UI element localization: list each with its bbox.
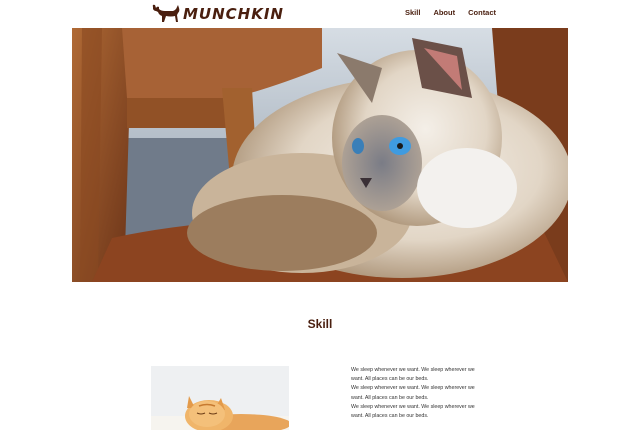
skill-text-line: We sleep whenever we want. We sleep wher… <box>351 367 475 373</box>
nav-link-skill[interactable]: Skill <box>405 8 420 17</box>
logo[interactable]: MUNCHKIN <box>151 3 284 23</box>
cat-silhouette-icon <box>152 4 180 22</box>
main-nav: Skill About Contact <box>405 8 509 17</box>
skill-text-line: want. All places can be our beds. <box>351 413 429 420</box>
hero-image <box>72 28 568 282</box>
nav-link-about[interactable]: About <box>433 8 455 17</box>
nav-link-contact[interactable]: Contact <box>468 8 496 17</box>
skill-text-line: want. All places can be our beds. <box>351 376 429 383</box>
skill-description: We sleep whenever we want. We sleep wher… <box>351 366 486 421</box>
site-header: MUNCHKIN Skill About Contact <box>0 0 640 28</box>
skill-image <box>151 366 289 430</box>
skill-text-line: We sleep whenever we want. We sleep wher… <box>351 403 475 410</box>
section-title-skill: Skill <box>307 317 333 331</box>
brand-name: MUNCHKIN <box>183 5 284 23</box>
skill-text-line: We sleep whenever we want. We sleep wher… <box>351 385 475 392</box>
skill-text-line: want. All places can be our beds. <box>351 394 429 401</box>
